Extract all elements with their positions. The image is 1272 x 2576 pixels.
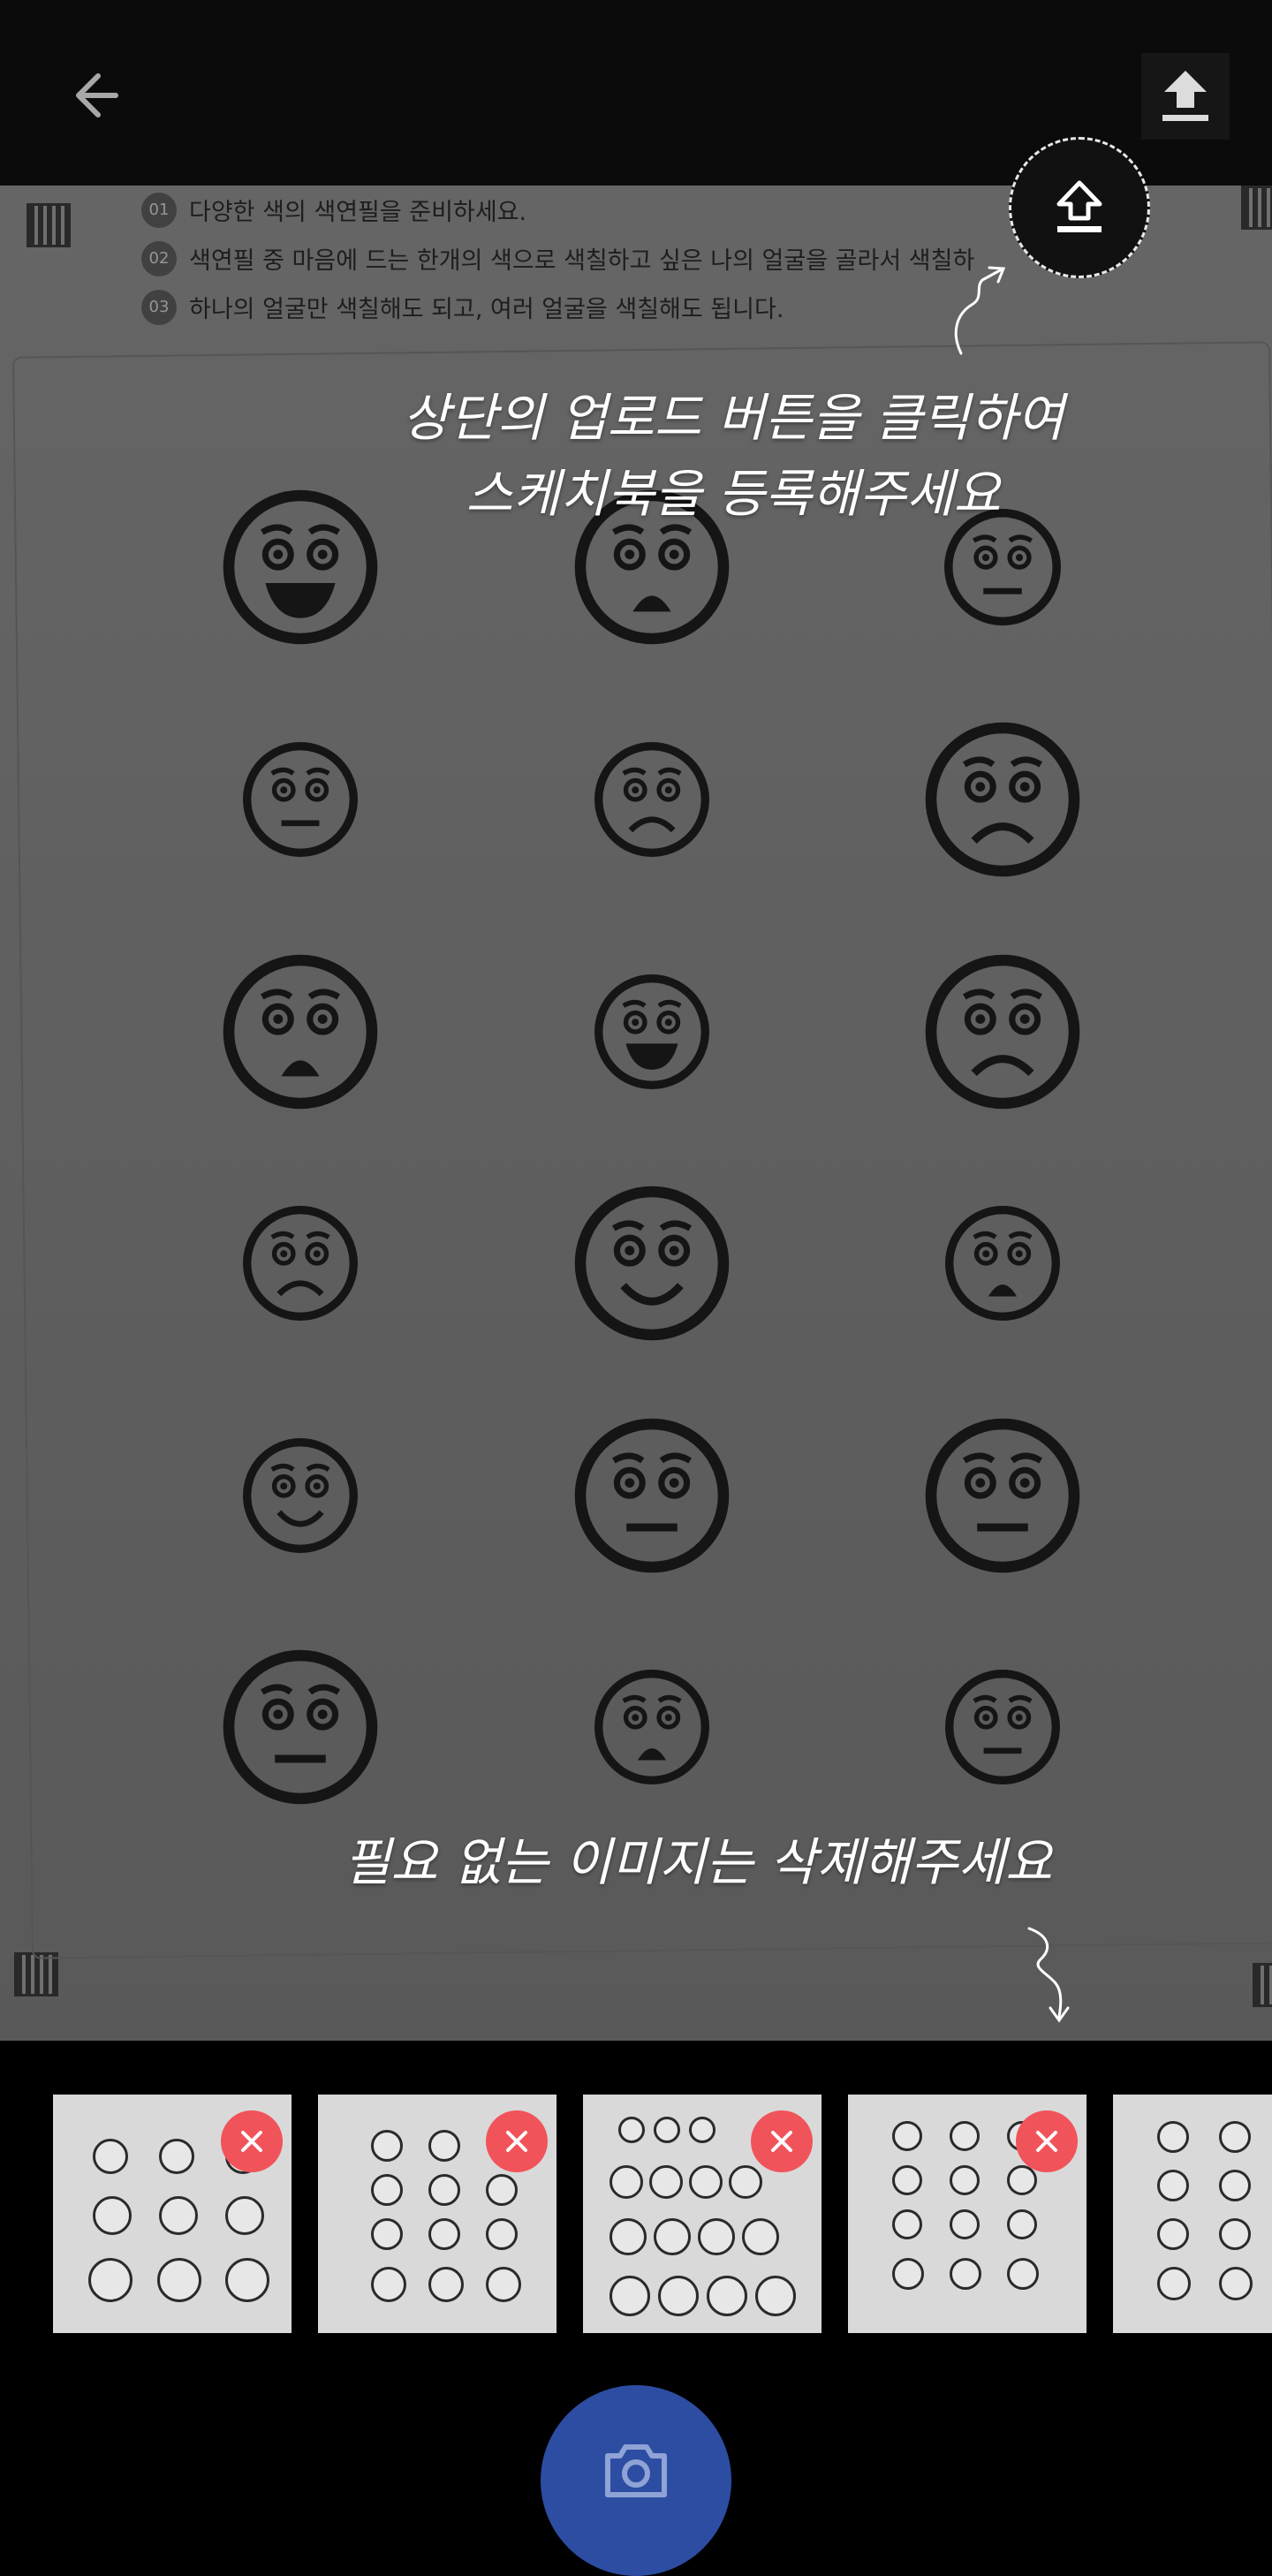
close-icon — [506, 2131, 527, 2152]
curved-arrow-icon — [954, 266, 1006, 355]
delete-thumbnail-button[interactable] — [486, 2110, 548, 2172]
thumbnail-image[interactable] — [848, 2095, 1086, 2333]
close-icon — [241, 2131, 262, 2152]
close-icon — [1036, 2131, 1057, 2152]
upload-button[interactable] — [1141, 53, 1230, 140]
upload-highlight-button[interactable] — [1009, 137, 1150, 278]
back-button[interactable] — [49, 53, 132, 137]
upload-icon — [1162, 71, 1208, 121]
upload-hint-text: 상단의 업로드 버튼을 클릭하여 스케치북을 등록해주세요 — [344, 380, 1122, 532]
thumbnail-image[interactable] — [318, 2095, 556, 2333]
upload-icon — [1056, 180, 1102, 232]
delete-thumbnail-button[interactable] — [1016, 2110, 1078, 2172]
curved-arrow-icon — [1027, 1927, 1070, 2023]
delete-thumbnail-button[interactable] — [221, 2110, 283, 2172]
bottom-bar — [0, 2350, 1272, 2576]
thumbnail-image[interactable] — [53, 2095, 292, 2333]
close-icon — [771, 2131, 792, 2152]
delete-thumbnail-button[interactable] — [751, 2110, 813, 2172]
thumbnail-image[interactable] — [1113, 2095, 1272, 2333]
upload-hint-line: 스케치북을 등록해주세요 — [466, 464, 1001, 524]
camera-icon — [605, 2444, 667, 2497]
thumbnail-image[interactable] — [583, 2095, 822, 2333]
camera-button[interactable] — [541, 2385, 731, 2576]
delete-hint-text: 필요 없는 이미지는 삭제해주세요 — [343, 1832, 1053, 1892]
thumbnail-strip[interactable] — [0, 2041, 1272, 2350]
upload-hint-line: 상단의 업로드 버튼을 클릭하여 — [402, 388, 1064, 448]
arrow-left-icon — [75, 72, 118, 117]
